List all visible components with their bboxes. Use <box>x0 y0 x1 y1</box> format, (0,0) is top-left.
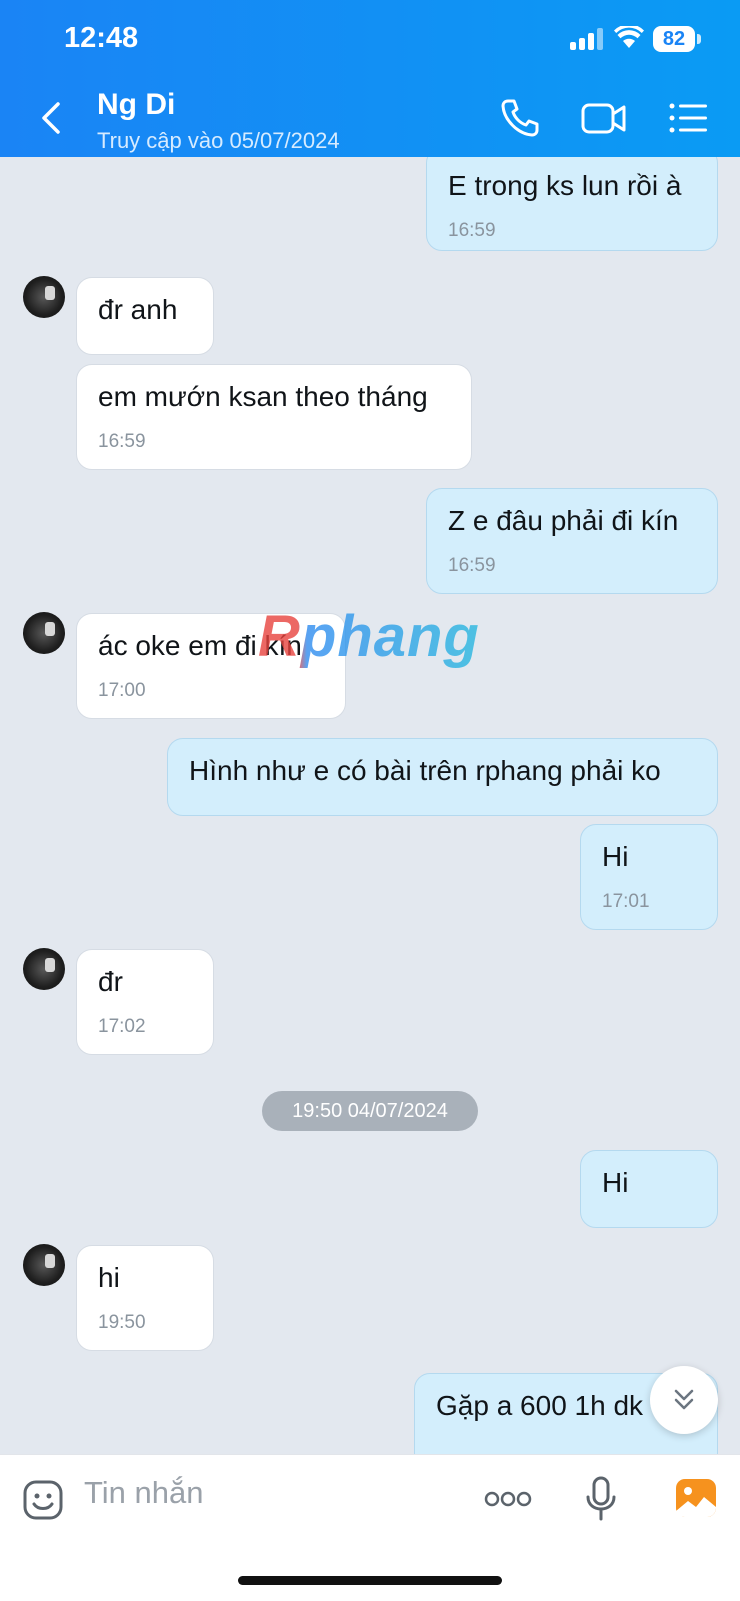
outgoing-message[interactable]: Z e đâu phải đi kín 16:59 <box>426 488 718 594</box>
message-text: Hi <box>602 1167 629 1198</box>
message-text: em mướn ksan theo tháng <box>98 381 428 412</box>
message-text: đr anh <box>98 294 178 325</box>
message-text: Z e đâu phải đi kín <box>448 505 679 536</box>
home-indicator <box>238 1576 502 1585</box>
incoming-message[interactable]: em mướn ksan theo tháng 16:59 <box>76 364 472 470</box>
phone-call-button[interactable] <box>498 96 542 140</box>
message-text: E trong ks lun rồi à <box>448 170 682 201</box>
message-text: Hình như e có bài trên rphang phải ko <box>189 755 661 786</box>
last-seen-status: Truy cập vào 05/07/2024 <box>97 128 340 153</box>
video-call-button[interactable] <box>580 96 628 140</box>
outgoing-message[interactable]: Hình như e có bài trên rphang phải ko <box>167 738 718 816</box>
contact-avatar[interactable] <box>23 1244 65 1286</box>
contact-name[interactable]: Ng Di <box>97 88 175 122</box>
chat-header: 12:48 82 Ng Di Truy cập vào 05/07/2024 <box>0 0 740 157</box>
message-time: 16:59 <box>448 220 496 241</box>
message-time: 16:59 <box>98 431 146 452</box>
back-button[interactable] <box>34 98 70 138</box>
double-chevron-down-icon <box>674 1389 694 1410</box>
battery-tip <box>697 34 701 44</box>
message-text: đr <box>98 966 123 997</box>
image-gallery-icon[interactable] <box>674 1477 718 1519</box>
microphone-icon[interactable] <box>584 1475 618 1523</box>
message-time: 19:50 <box>98 1312 146 1333</box>
incoming-message[interactable]: hi 19:50 <box>76 1245 214 1351</box>
contact-avatar[interactable] <box>23 276 65 318</box>
menu-list-button[interactable] <box>666 96 710 140</box>
message-time: 16:59 <box>448 555 496 576</box>
date-separator: 19:50 04/07/2024 <box>262 1091 478 1131</box>
cellular-signal-icon <box>570 28 604 50</box>
message-input[interactable]: Tin nhắn <box>84 1475 204 1511</box>
sticker-emoji-button[interactable] <box>22 1479 64 1521</box>
message-text: Hi <box>602 841 629 872</box>
scroll-to-bottom-button[interactable] <box>650 1366 718 1434</box>
outgoing-message[interactable]: Hi <box>580 1150 718 1228</box>
contact-avatar[interactable] <box>23 612 65 654</box>
message-list[interactable]: E trong ks lun rồi à 16:59 đr anh em mướ… <box>0 157 740 1454</box>
more-options-icon[interactable] <box>484 1489 532 1509</box>
battery-level: 82 <box>653 26 695 52</box>
watermark-logo: Rphang <box>258 604 480 669</box>
outgoing-message[interactable]: E trong ks lun rồi à 16:59 <box>426 157 718 251</box>
message-text: Gặp a 600 1h dk <box>436 1390 644 1421</box>
message-text: hi <box>98 1262 120 1293</box>
wifi-icon <box>614 26 644 48</box>
message-time: 17:01 <box>602 891 650 912</box>
message-time: 17:00 <box>98 680 146 701</box>
outgoing-message[interactable]: Hi 17:01 <box>580 824 718 930</box>
contact-avatar[interactable] <box>23 948 65 990</box>
incoming-message[interactable]: đr 17:02 <box>76 949 214 1055</box>
status-time: 12:48 <box>64 22 139 54</box>
incoming-message[interactable]: đr anh <box>76 277 214 355</box>
message-time: 17:02 <box>98 1016 146 1037</box>
